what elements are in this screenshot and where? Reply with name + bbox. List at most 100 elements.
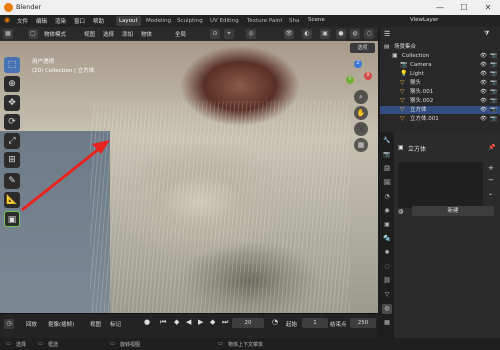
render-camera-icon[interactable]: 📷 [490, 79, 497, 87]
render-camera-icon[interactable]: 📷 [490, 106, 497, 114]
visibility-eye-icon[interactable]: 👁 [480, 115, 487, 123]
outliner-root[interactable]: ▤ 场景集合 [380, 43, 500, 51]
particles-tab-icon[interactable]: ✺ [382, 248, 392, 258]
editor-type-icon[interactable]: ▦ [3, 29, 13, 39]
current-frame-field[interactable]: 20 [232, 318, 264, 328]
tab-modeling[interactable]: Modeling [143, 16, 174, 26]
menu-window[interactable]: 窗口 [74, 17, 85, 25]
pan-icon[interactable]: ✋ [354, 106, 368, 120]
measure-tool-icon[interactable]: 📐 [4, 192, 20, 208]
menu-playback[interactable]: 回放 [26, 320, 37, 328]
outliner-row[interactable]: ▽ 猴头.002 👁 📷 [380, 97, 500, 105]
render-camera-icon[interactable]: 📷 [490, 61, 497, 69]
visibility-eye-icon[interactable]: 👁 [480, 61, 487, 69]
menu-add[interactable]: 添加 [122, 30, 133, 38]
menu-object[interactable]: 物体 [141, 30, 152, 38]
timeline-editor-icon[interactable]: ◷ [4, 319, 14, 329]
render-camera-icon[interactable]: 📷 [490, 97, 497, 105]
visibility-eye-icon[interactable]: 👁 [480, 52, 487, 60]
camera-view-icon[interactable]: 🎥 [354, 122, 368, 136]
outliner-row[interactable]: ▽ 立方体 👁 📷 [380, 106, 500, 114]
render-camera-icon[interactable]: 📷 [490, 88, 497, 96]
add-slot-icon[interactable]: + [488, 164, 494, 172]
outliner-editor-icon[interactable]: ☰ [384, 30, 390, 38]
blender-menu-icon[interactable]: ◉ [4, 16, 10, 24]
data-tab-icon[interactable]: ▽ [382, 290, 392, 300]
next-key-icon[interactable]: ◆ [210, 318, 215, 326]
menu-marker[interactable]: 标记 [110, 320, 121, 328]
visibility-eye-icon[interactable]: 👁 [480, 70, 487, 78]
tool-tab-icon[interactable]: 🔧 [382, 136, 392, 146]
render-tab-icon[interactable]: 📷 [382, 150, 392, 160]
annotate-tool-icon[interactable]: ✎ [4, 173, 20, 189]
orientation-selector[interactable]: 全局 [175, 30, 186, 38]
mode-selector[interactable]: 物体模式 [44, 30, 66, 38]
tab-shading[interactable]: Sha [286, 16, 302, 26]
start-frame-field[interactable]: 1 [302, 318, 328, 328]
menu-edit[interactable]: 编辑 [36, 17, 47, 25]
pivot-icon[interactable]: ⊙ [210, 29, 220, 39]
visibility-icon[interactable]: 👁 [284, 29, 294, 39]
xray-icon[interactable]: ▣ [320, 29, 330, 39]
end-frame-field[interactable]: 250 [350, 318, 376, 328]
remove-slot-icon[interactable]: − [488, 176, 494, 184]
tab-layout[interactable]: Layout [116, 16, 141, 26]
scale-tool-icon[interactable]: ⤢ [4, 133, 20, 149]
select-box-tool-icon[interactable]: ⬚ [4, 57, 20, 73]
constraints-tab-icon[interactable]: ⛓ [382, 276, 392, 286]
move-tool-icon[interactable]: ✥ [4, 95, 20, 111]
minimize-button[interactable]: — [428, 0, 452, 15]
shading-rendered-icon[interactable]: ○ [364, 29, 374, 39]
x-axis-icon[interactable]: X [364, 72, 372, 80]
outliner-row[interactable]: 💡 Light 👁 📷 [380, 70, 500, 78]
proportional-icon[interactable]: ◎ [246, 29, 256, 39]
shading-solid-icon[interactable]: ● [336, 29, 346, 39]
output-tab-icon[interactable]: 🖨 [382, 164, 392, 174]
new-material-button[interactable]: 新建 [412, 206, 494, 216]
outliner-row[interactable]: ▣ Collection 👁 📷 [380, 52, 500, 60]
texture-tab-icon[interactable]: ▦ [382, 318, 392, 328]
jump-end-icon[interactable]: ⏭ [222, 318, 228, 327]
material-slot-list[interactable] [398, 162, 483, 208]
add-cube-tool-icon[interactable]: ▣ [4, 211, 20, 227]
scene-tab-icon[interactable]: ◔ [382, 192, 392, 202]
select-mode-icon[interactable]: ▢ [28, 29, 38, 39]
3d-viewport[interactable] [0, 41, 378, 313]
transform-tool-icon[interactable]: ⊞ [4, 152, 20, 168]
outliner-row[interactable]: ▽ 立方体.001 👁 📷 [380, 115, 500, 123]
zoom-icon[interactable]: ⌕ [354, 90, 368, 104]
world-tab-icon[interactable]: ◉ [382, 206, 392, 216]
view-layer-tab-icon[interactable]: 🖼 [382, 178, 392, 188]
snap-icon[interactable]: ⌖ [224, 29, 234, 39]
shading-material-icon[interactable]: ◍ [350, 29, 360, 39]
visibility-eye-icon[interactable]: 👁 [480, 97, 487, 105]
menu-file[interactable]: 文件 [17, 17, 28, 25]
menu-help[interactable]: 帮助 [93, 17, 104, 25]
overlay-icon[interactable]: ◐ [302, 29, 312, 39]
visibility-eye-icon[interactable]: 👁 [480, 79, 487, 87]
menu-render[interactable]: 渲染 [55, 17, 66, 25]
jump-start-icon[interactable]: ⏮ [160, 318, 166, 327]
ortho-grid-icon[interactable]: ▦ [354, 138, 368, 152]
outliner-row[interactable]: 📷 Camera 👁 📷 [380, 61, 500, 69]
visibility-eye-icon[interactable]: 👁 [480, 106, 487, 114]
modifier-tab-icon[interactable]: 🔩 [382, 234, 392, 244]
tab-sculpting[interactable]: Sculpting [174, 16, 206, 26]
physics-tab-icon[interactable]: ◌ [382, 262, 392, 272]
clock-icon[interactable]: ◔ [272, 318, 278, 326]
tab-uv-editing[interactable]: UV Editing [207, 16, 242, 26]
visibility-eye-icon[interactable]: 👁 [480, 88, 487, 96]
menu-select[interactable]: 选择 [103, 30, 114, 38]
y-axis-icon[interactable]: Y [346, 76, 354, 84]
pin-icon[interactable]: 📌 [488, 144, 495, 151]
rotate-tool-icon[interactable]: ⟳ [4, 114, 20, 130]
close-button[interactable]: ✕ [476, 0, 500, 15]
object-tab-icon[interactable]: ▣ [382, 220, 392, 230]
record-icon[interactable]: ● [144, 318, 150, 326]
view-layer-selector[interactable]: ViewLayer [410, 17, 438, 23]
menu-keying[interactable]: 抠像(插帧) [48, 320, 74, 328]
render-camera-icon[interactable]: 📷 [490, 115, 497, 123]
prev-key-icon[interactable]: ◆ [174, 318, 179, 326]
options-button[interactable]: 选项 [350, 43, 375, 53]
maximize-button[interactable]: ☐ [452, 0, 476, 15]
